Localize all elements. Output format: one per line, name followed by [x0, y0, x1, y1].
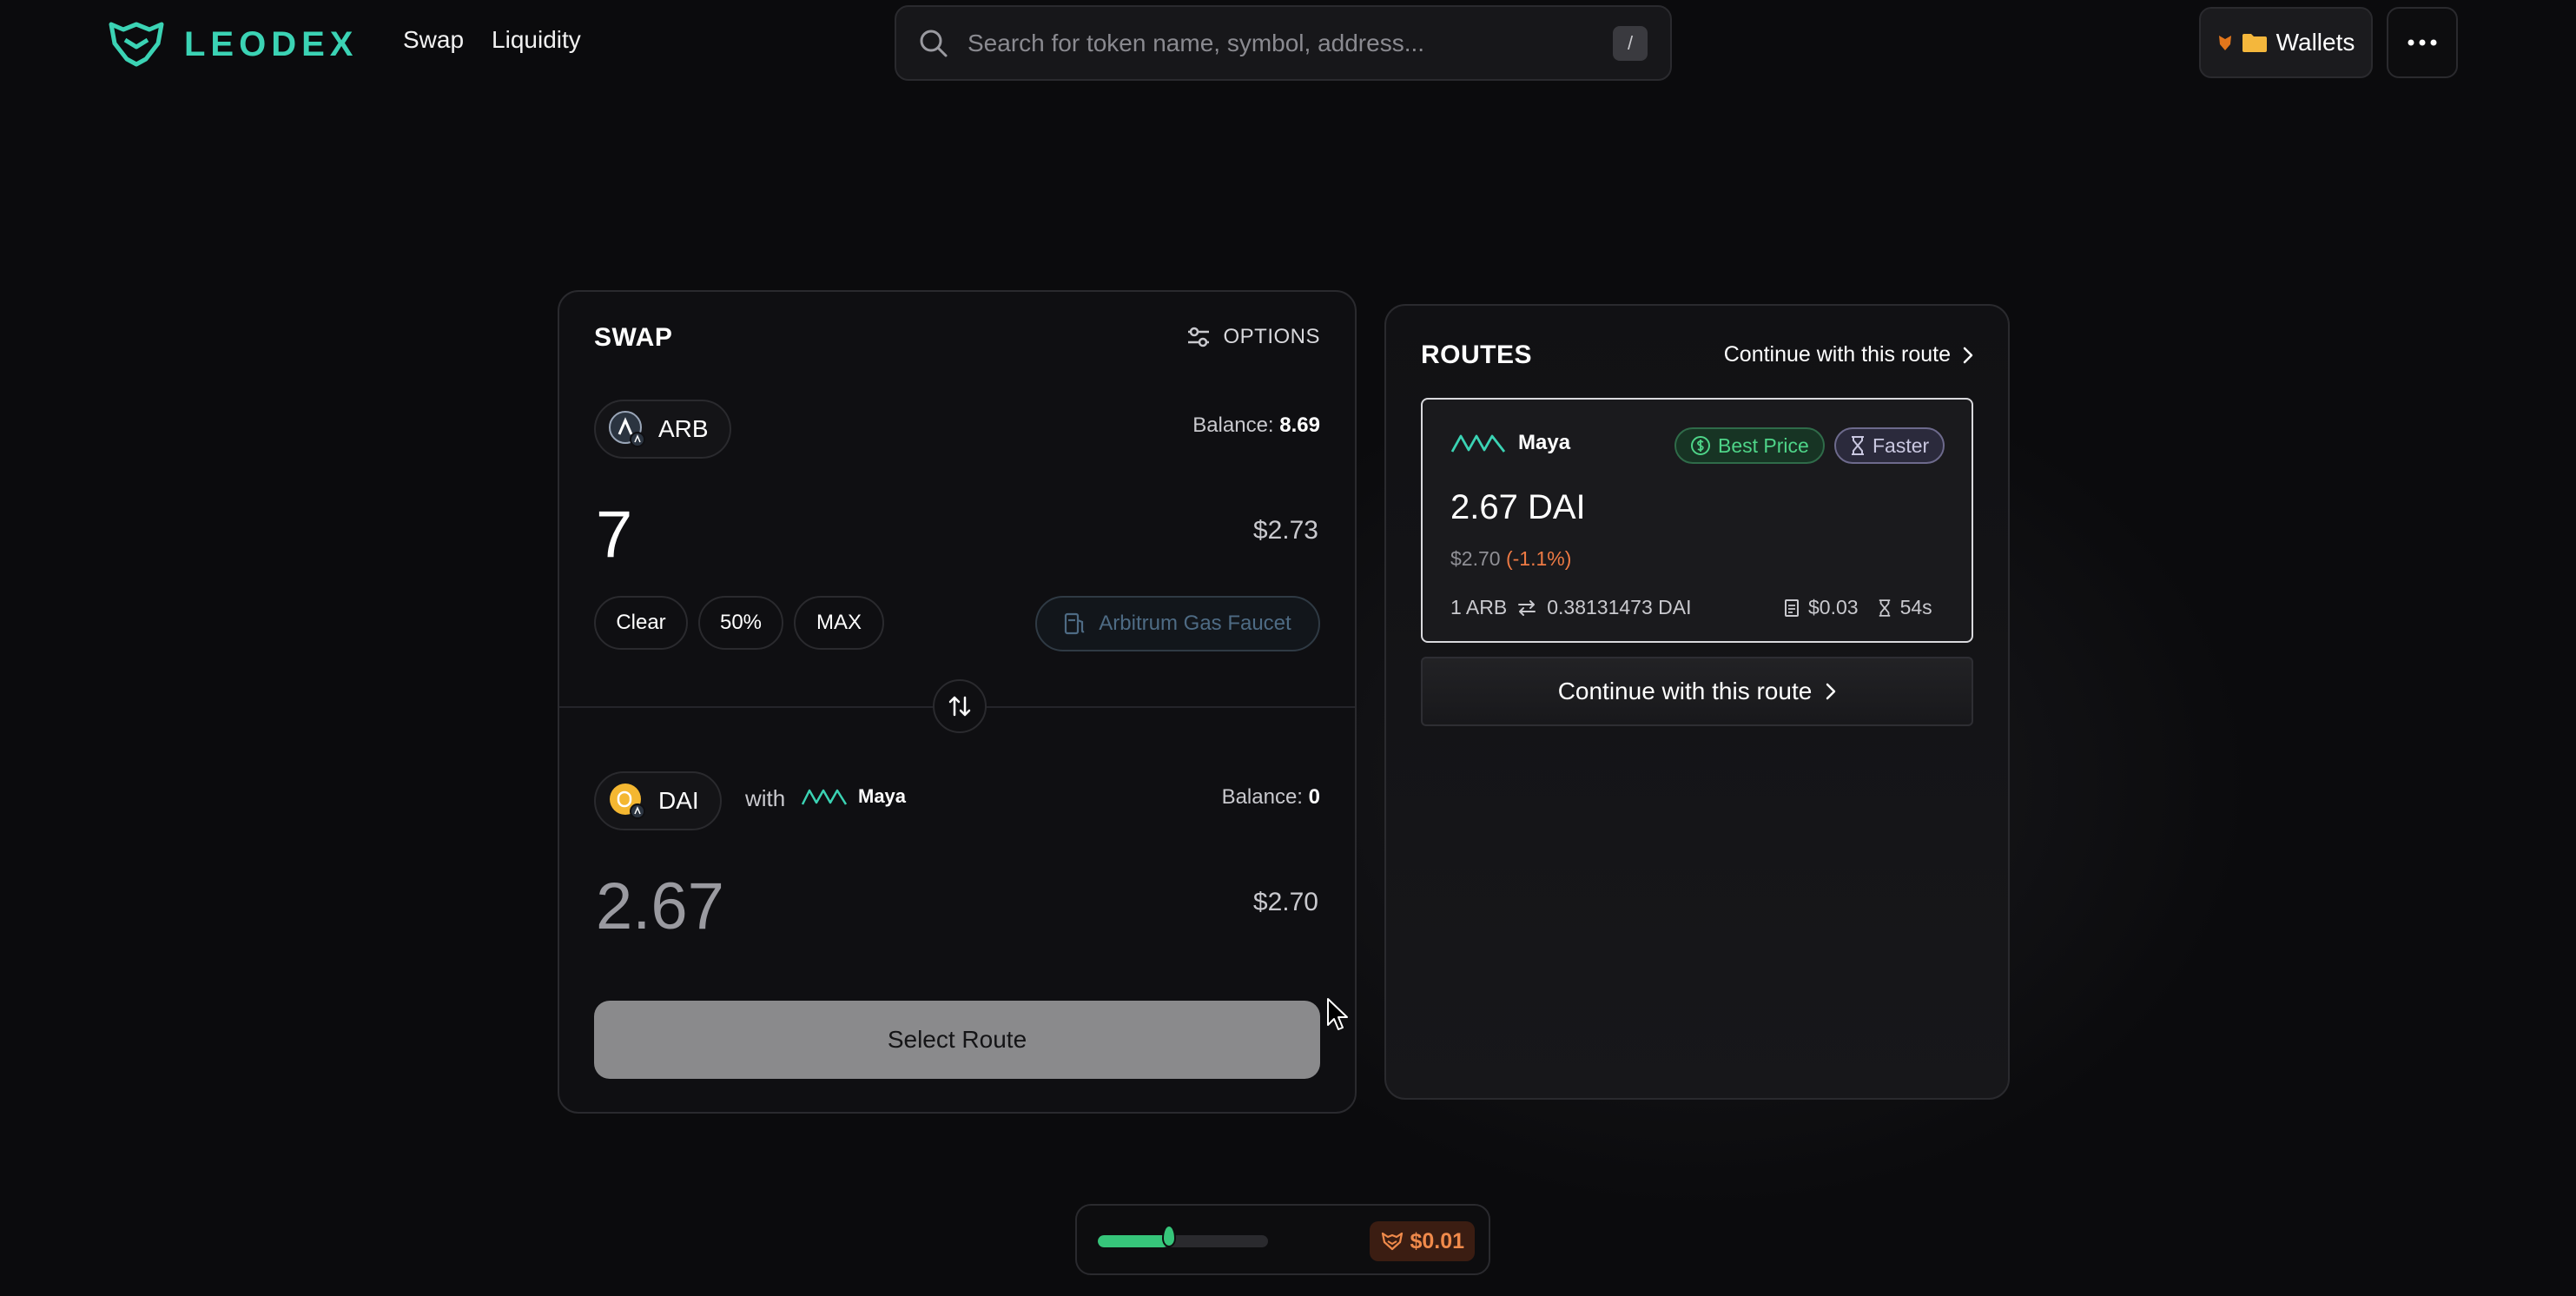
hourglass-icon: [1879, 598, 1890, 617]
clear-button[interactable]: Clear: [594, 596, 688, 650]
folder-icon: [2242, 34, 2267, 52]
wallets-label: Wallets: [2275, 29, 2355, 56]
gas-level-handle[interactable]: [1162, 1225, 1177, 1247]
gas-widget[interactable]: $0.01: [1075, 1204, 1490, 1275]
chevron-right-icon: [1963, 347, 1973, 363]
continue-route-link-label: Continue with this route: [1723, 342, 1951, 367]
options-label: OPTIONS: [1223, 325, 1320, 348]
options-button[interactable]: OPTIONS: [1186, 325, 1320, 349]
route-provider: Maya: [801, 784, 906, 810]
swap-panel: SWAP OPTIONS ARB Balance: 8.69 7 $2.73 C…: [558, 290, 1357, 1114]
fuel-pump-icon: [1065, 612, 1085, 635]
from-balance: Balance: 8.69: [1192, 413, 1320, 438]
main-nav: Swap Liquidity: [403, 26, 581, 54]
route-usd: $2.70 (-1.1%): [1450, 547, 1571, 571]
search-input[interactable]: Search for token name, symbol, address..…: [968, 30, 1613, 57]
half-button[interactable]: 50%: [698, 596, 783, 650]
route-price-change: (-1.1%): [1505, 547, 1572, 570]
more-menu-button[interactable]: [2387, 7, 2458, 78]
maya-logo-icon: [801, 789, 848, 805]
flip-direction-button[interactable]: [933, 679, 987, 733]
rate-from: 1 ARB: [1450, 596, 1508, 618]
search-icon: [920, 30, 948, 56]
swap-arrows-icon: [948, 696, 971, 717]
exchange-arrows-icon: [1518, 599, 1536, 616]
route-usd-value: $2.70: [1450, 547, 1501, 570]
search-bar[interactable]: Search for token name, symbol, address..…: [895, 5, 1672, 81]
brand-logo[interactable]: LEODEX: [108, 21, 358, 68]
route-rate: 1 ARB 0.38131473 DAI: [1450, 596, 1691, 619]
route-provider-info: Maya: [1450, 429, 1570, 457]
from-token-selector[interactable]: ARB: [594, 400, 731, 459]
to-token-selector[interactable]: DAI: [594, 771, 722, 830]
max-button[interactable]: MAX: [794, 596, 884, 650]
to-amount-output: 2.67: [596, 870, 724, 943]
from-usd-value: $2.73: [1252, 516, 1318, 545]
gas-price: $0.01: [1410, 1228, 1464, 1253]
from-token-symbol: ARB: [658, 415, 709, 442]
select-route-button[interactable]: Select Route: [594, 1001, 1320, 1079]
to-balance-label: Balance:: [1221, 785, 1303, 809]
route-fee-time: $0.03 54s: [1784, 596, 1932, 619]
arb-token-icon: [609, 411, 645, 447]
mouse-cursor-icon: [1327, 998, 1348, 1030]
nav-swap[interactable]: Swap: [403, 26, 464, 54]
to-balance-value: 0: [1308, 785, 1320, 809]
rate-to: 0.38131473 DAI: [1547, 596, 1692, 618]
fox-icon: [1382, 1232, 1404, 1251]
maya-logo-icon: [1450, 434, 1506, 453]
faster-badge: Faster: [1834, 427, 1945, 464]
gas-faucet-button[interactable]: Arbitrum Gas Faucet: [1035, 596, 1320, 651]
faster-label: Faster: [1873, 433, 1930, 457]
continue-route-button-label: Continue with this route: [1557, 678, 1813, 704]
from-amount-input[interactable]: 7: [596, 497, 632, 572]
receipt-icon: [1785, 598, 1799, 617]
best-price-label: Best Price: [1718, 433, 1809, 457]
gas-level-track[interactable]: [1098, 1235, 1268, 1247]
hourglass-icon: [1852, 436, 1864, 455]
leodex-logo-icon: [109, 22, 164, 67]
gas-price-badge: $0.01: [1370, 1221, 1475, 1261]
dai-token-icon: [610, 784, 645, 819]
best-price-badge: Best Price: [1674, 427, 1825, 464]
provider-name: Maya: [858, 785, 907, 807]
swap-title: SWAP: [594, 323, 673, 352]
from-balance-label: Balance:: [1192, 413, 1274, 437]
to-usd-value: $2.70: [1252, 888, 1318, 916]
search-shortcut-key: /: [1613, 25, 1648, 61]
nav-liquidity[interactable]: Liquidity: [492, 26, 581, 54]
select-route-label: Select Route: [887, 1026, 1027, 1053]
to-token-symbol: DAI: [658, 787, 699, 814]
chevron-right-icon: [1826, 683, 1836, 700]
to-balance: Balance: 0: [1222, 785, 1320, 810]
route-option-card[interactable]: Maya Best Price Faster 2.67 DAI $2.70 (-…: [1421, 398, 1973, 643]
routes-panel: ROUTES Continue with this route Maya Bes…: [1384, 304, 2010, 1100]
routes-title: ROUTES: [1421, 341, 1533, 369]
metamask-icon: [2218, 36, 2231, 50]
continue-route-button[interactable]: Continue with this route: [1421, 657, 1973, 726]
brand-name: LEODEX: [184, 24, 359, 63]
route-provider-name: Maya: [1518, 431, 1571, 454]
route-fee: $0.03: [1808, 596, 1859, 618]
wallets-button[interactable]: Wallets: [2199, 7, 2373, 78]
gas-level-fill: [1098, 1235, 1170, 1247]
route-time: 54s: [1899, 596, 1932, 618]
gas-faucet-label: Arbitrum Gas Faucet: [1099, 612, 1291, 635]
more-dots-icon: [2408, 39, 2437, 46]
sliders-icon: [1188, 327, 1210, 347]
with-label: with: [745, 785, 786, 811]
route-output-amount: 2.67 DAI: [1450, 488, 1586, 526]
dollar-circle-icon: [1691, 436, 1710, 455]
continue-route-link[interactable]: Continue with this route: [1724, 342, 1973, 367]
from-balance-value: 8.69: [1279, 413, 1320, 437]
